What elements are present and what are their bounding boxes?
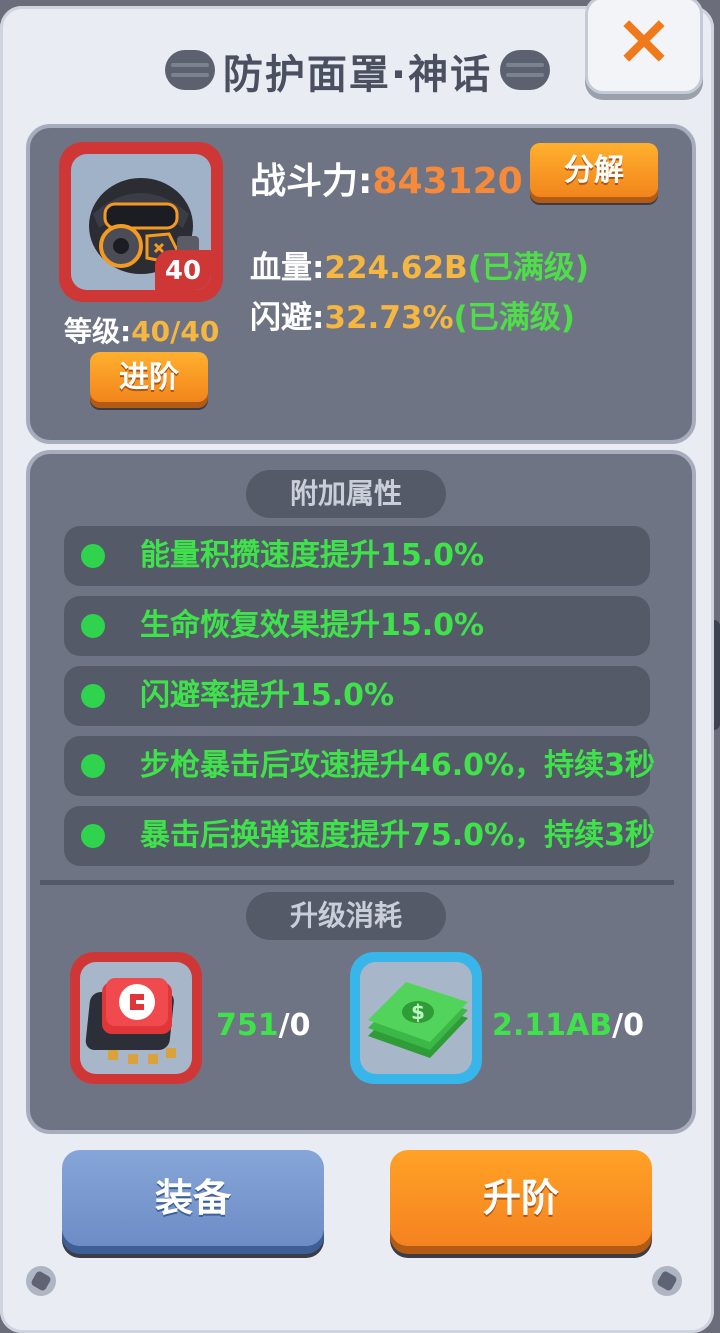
list-item: 步枪暴击后攻速提升46.0%，持续3秒 bbox=[64, 736, 655, 796]
hp-max-tag: (已满级) bbox=[467, 250, 590, 286]
attribute-text: 能量积攒速度提升15.0% bbox=[140, 538, 485, 573]
list-item: 闪避率提升15.0% bbox=[64, 666, 650, 726]
list-item: 暴击后换弹速度提升75.0%，持续3秒 bbox=[64, 806, 655, 866]
bullet-icon bbox=[81, 754, 105, 778]
hp-stat: 血量:224.62B(已满级) bbox=[250, 242, 589, 287]
bolt-decoration bbox=[26, 1266, 56, 1296]
section-divider bbox=[40, 880, 674, 885]
item-level: 等级:40/40 bbox=[64, 310, 219, 350]
hp-value: 224.62B bbox=[324, 250, 468, 286]
cash-required: /0 bbox=[612, 1008, 644, 1043]
cash-cost: 2.11AB/0 bbox=[492, 1008, 644, 1043]
upgrade-cost-header: 升级消耗 bbox=[246, 892, 446, 940]
hp-label: 血量: bbox=[250, 250, 325, 286]
item-level-badge: 40 bbox=[155, 250, 211, 290]
chip-icon bbox=[80, 962, 192, 1074]
attribute-text: 暴击后换弹速度提升75.0%，持续3秒 bbox=[140, 818, 655, 853]
dodge-value: 32.73% bbox=[324, 300, 454, 336]
bullet-icon bbox=[81, 824, 105, 848]
chip-required: /0 bbox=[278, 1008, 311, 1043]
chip-owned: 751 bbox=[216, 1008, 279, 1043]
list-item: 生命恢复效果提升15.0% bbox=[64, 596, 650, 656]
svg-text:$: $ bbox=[411, 1000, 425, 1024]
item-level-label: 等级: bbox=[64, 315, 132, 348]
title-ornament-right bbox=[500, 50, 550, 90]
page-title: 防护面罩·神话 bbox=[222, 52, 493, 98]
cost-item-chip[interactable] bbox=[70, 952, 202, 1084]
advance-button[interactable]: 进阶 bbox=[90, 352, 208, 402]
attribute-text: 生命恢复效果提升15.0% bbox=[140, 608, 485, 643]
dodge-max-tag: (已满级) bbox=[453, 300, 575, 336]
cash-owned: 2.11AB bbox=[492, 1008, 613, 1043]
item-level-value: 40/40 bbox=[131, 315, 220, 348]
attribute-text: 闪避率提升15.0% bbox=[140, 678, 395, 713]
item-icon-frame[interactable]: 40 bbox=[59, 142, 223, 302]
extra-attributes-header: 附加属性 bbox=[246, 470, 446, 518]
list-item: 能量积攒速度提升15.0% bbox=[64, 526, 650, 586]
chip-cost: 751/0 bbox=[216, 1008, 310, 1043]
title-ornament-left bbox=[165, 50, 215, 90]
ascend-button[interactable]: 升阶 bbox=[390, 1150, 652, 1246]
equip-button[interactable]: 装备 bbox=[62, 1150, 324, 1246]
bullet-icon bbox=[81, 614, 105, 638]
combat-power-label: 战斗力: bbox=[250, 161, 373, 202]
dodge-label: 闪避: bbox=[250, 300, 325, 336]
title-bar: 防护面罩·神话 bbox=[165, 36, 550, 100]
bullet-icon bbox=[81, 544, 105, 568]
combat-power-value: 843120 bbox=[372, 161, 523, 202]
close-button[interactable]: × bbox=[585, 0, 703, 94]
cost-item-cash[interactable]: $ bbox=[350, 952, 482, 1084]
bolt-decoration bbox=[652, 1266, 682, 1296]
close-icon: × bbox=[614, 0, 674, 80]
dodge-stat: 闪避:32.73%(已满级) bbox=[250, 292, 575, 337]
dismantle-button[interactable]: 分解 bbox=[530, 143, 658, 197]
cash-icon: $ bbox=[360, 962, 472, 1074]
bullet-icon bbox=[81, 684, 105, 708]
combat-power: 战斗力:843120 bbox=[250, 152, 523, 204]
attribute-text: 步枪暴击后攻速提升46.0%，持续3秒 bbox=[140, 748, 655, 783]
gas-mask-icon: 40 bbox=[71, 154, 211, 290]
